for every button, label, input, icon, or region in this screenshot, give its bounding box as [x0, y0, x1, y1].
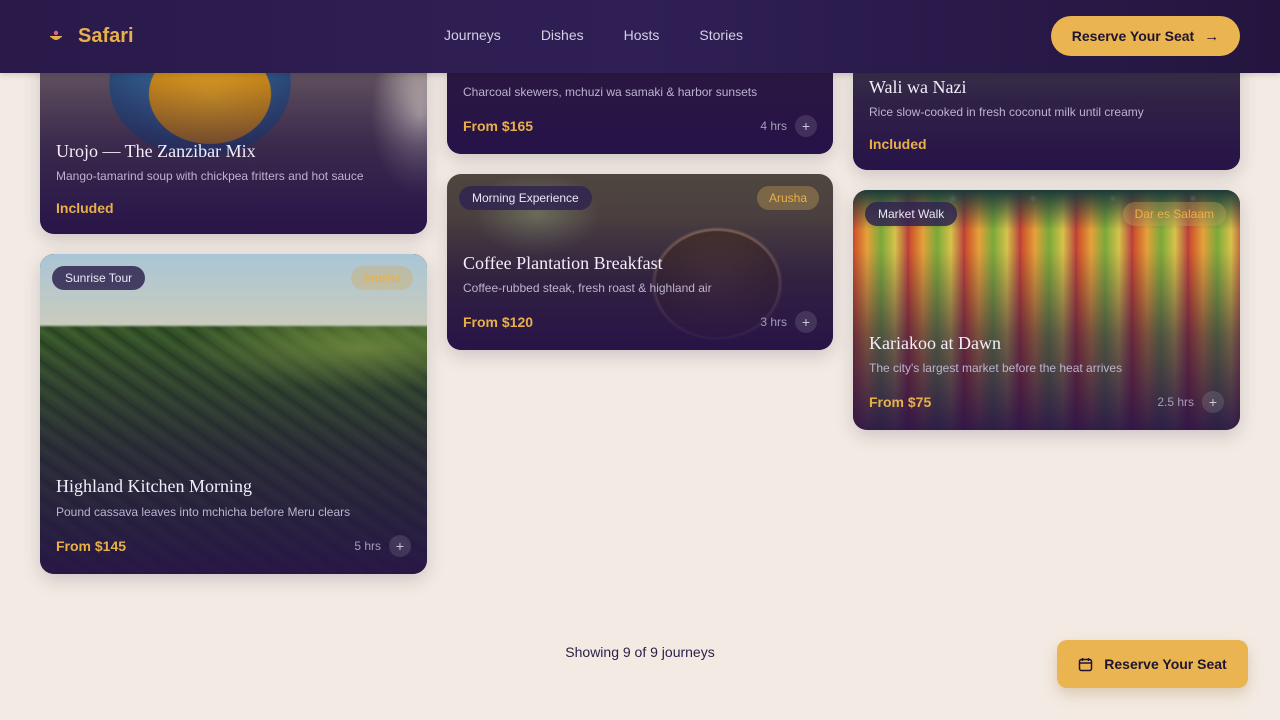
- main-nav: Journeys Dishes Hosts Stories: [444, 27, 743, 43]
- floating-reserve-seat-label: Reserve Your Seat: [1104, 656, 1227, 672]
- card-duration: 2.5 hrs: [1157, 395, 1194, 409]
- card-title: Kariakoo at Dawn: [869, 333, 1001, 353]
- nav-journeys[interactable]: Journeys: [444, 27, 501, 43]
- reserve-seat-label: Reserve Your Seat: [1071, 28, 1195, 44]
- card-duration: 5 hrs: [354, 539, 381, 553]
- food-bowl-icon: [46, 22, 66, 50]
- card-price: From $165: [463, 118, 534, 134]
- journey-card-coffee-plantation[interactable]: Morning Experience Arusha Coffee Plantat…: [447, 174, 833, 350]
- plus-icon[interactable]: +: [1202, 391, 1224, 413]
- reserve-seat-button[interactable]: Reserve Your Seat →: [1051, 16, 1240, 56]
- card-description: Coffee-rubbed steak, fresh roast & highl…: [463, 281, 712, 295]
- card-description: The city's largest market before the hea…: [869, 361, 1123, 375]
- location-badge: Dar es Salaam: [1122, 202, 1226, 226]
- calendar-icon: [1078, 657, 1093, 672]
- category-chip: Morning Experience: [459, 186, 592, 210]
- top-nav-bar: Safari Journeys Dishes Hosts Stories Res…: [0, 0, 1280, 73]
- card-price: Included: [869, 136, 927, 152]
- card-title: Coffee Plantation Breakfast: [463, 253, 663, 273]
- card-duration: 3 hrs: [760, 315, 787, 329]
- card-description: Mango-tamarind soup with chickpea fritte…: [56, 169, 364, 183]
- card-price: From $120: [463, 314, 534, 330]
- card-description: Pound cassava leaves into mchicha before…: [56, 505, 351, 519]
- card-title: Wali wa Nazi: [869, 77, 967, 97]
- card-title: Urojo — The Zanzibar Mix: [56, 141, 256, 161]
- plus-icon[interactable]: +: [795, 311, 817, 333]
- card-price: Included: [56, 200, 114, 216]
- plus-icon[interactable]: +: [795, 115, 817, 137]
- card-price: From $145: [56, 538, 127, 554]
- plus-icon[interactable]: +: [389, 535, 411, 557]
- category-chip: Market Walk: [865, 202, 958, 226]
- brand-name: Safari: [78, 24, 134, 47]
- brand[interactable]: Safari: [46, 22, 134, 50]
- card-title: Highland Kitchen Morning: [56, 476, 252, 496]
- location-badge: Arusha: [350, 266, 413, 290]
- card-description: Rice slow-cooked in fresh coconut milk u…: [869, 105, 1144, 119]
- journey-card-highland-kitchen[interactable]: Sunrise Tour Arusha Highland Kitchen Mor…: [40, 254, 427, 574]
- category-chip: Sunrise Tour: [52, 266, 146, 290]
- nav-dishes[interactable]: Dishes: [541, 27, 584, 43]
- journey-card-kariakoo[interactable]: Market Walk Dar es Salaam Kariakoo at Da…: [853, 190, 1240, 430]
- card-description: Charcoal skewers, mchuzi wa samaki & har…: [463, 85, 758, 99]
- card-price: From $75: [869, 394, 932, 410]
- location-badge: Arusha: [756, 186, 819, 210]
- nav-hosts[interactable]: Hosts: [624, 27, 660, 43]
- card-duration: 4 hrs: [760, 119, 787, 133]
- arrow-right-icon: →: [1204, 27, 1220, 45]
- floating-reserve-seat-button[interactable]: Reserve Your Seat: [1057, 640, 1248, 688]
- nav-stories[interactable]: Stories: [699, 27, 743, 43]
